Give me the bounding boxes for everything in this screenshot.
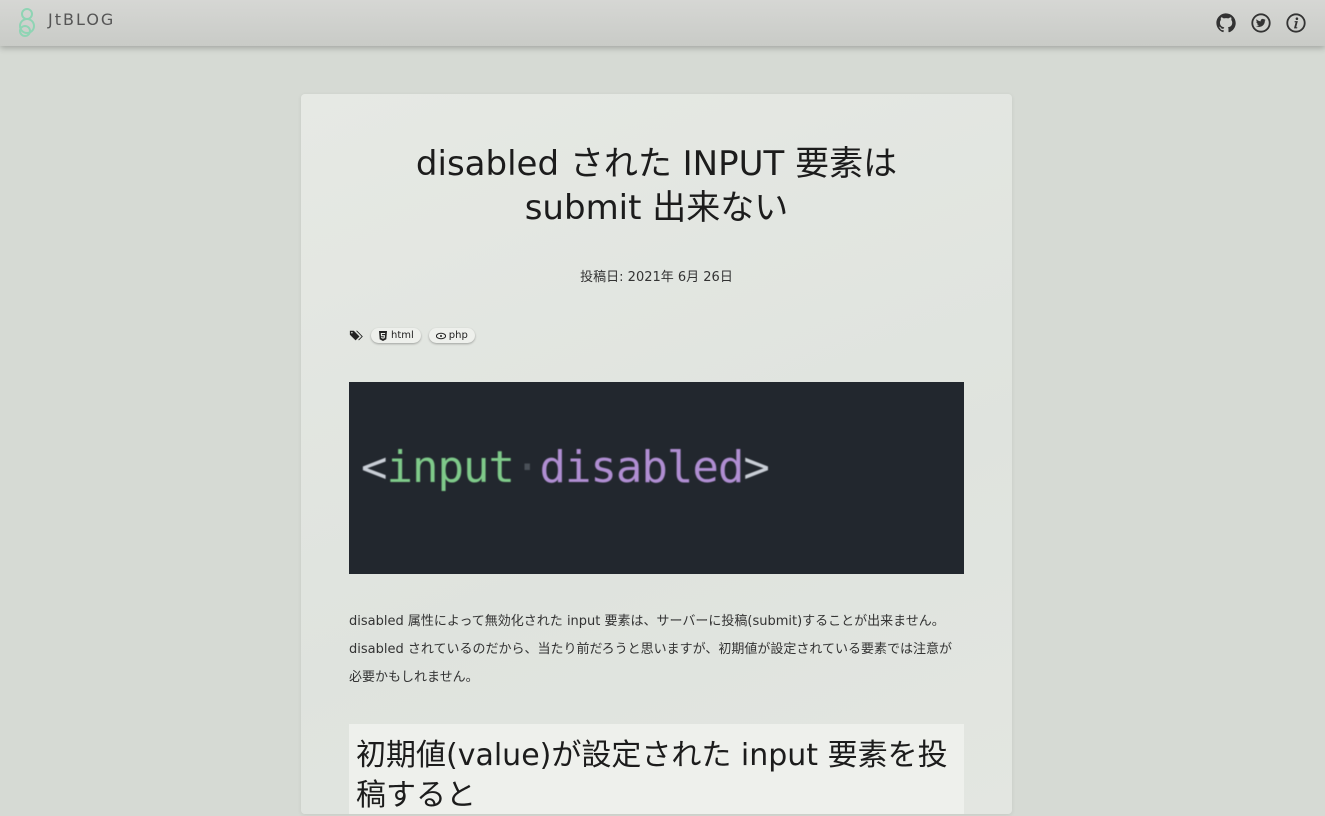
tag-html-label: html	[391, 330, 414, 341]
hero-image: <input·disabled>	[349, 382, 964, 574]
tags-icon	[349, 330, 363, 340]
code-space-dot: ·	[513, 442, 540, 493]
php-icon	[435, 332, 446, 339]
tag-list: html php	[349, 328, 475, 343]
code-attribute: disabled	[539, 442, 744, 493]
brand-home-link[interactable]: JtBLOG	[14, 6, 115, 38]
info-icon[interactable]	[1285, 12, 1307, 34]
post-title-line1: disabled された INPUT 要素は	[415, 144, 898, 184]
code-open-bracket: <	[361, 442, 387, 493]
tag-php-label: php	[448, 330, 468, 341]
code-close-bracket: >	[743, 442, 769, 493]
post-title-line2: submit 出来ない	[524, 188, 789, 228]
post-title: disabled された INPUT 要素は submit 出来ない	[341, 142, 972, 230]
header-icon-links	[1215, 12, 1307, 34]
section-heading: 初期値(value)が設定された input 要素を投稿すると	[356, 738, 948, 813]
post-intro-paragraph: disabled 属性によって無効化された input 要素は、サーバーに投稿(…	[349, 614, 953, 685]
code-tag-name: input	[386, 442, 515, 493]
brand-name: JtBLOG	[48, 10, 116, 29]
tag-php[interactable]: php	[428, 328, 475, 343]
github-icon[interactable]	[1215, 12, 1237, 34]
logo-icon	[19, 8, 35, 37]
top-navigation-bar: JtBLOG	[0, 0, 1325, 46]
tag-html[interactable]: html	[371, 328, 421, 343]
html5-icon	[379, 330, 387, 341]
article-card: disabled された INPUT 要素は submit 出来ない 投稿日: …	[301, 94, 1012, 814]
post-date: 投稿日: 2021年 6月 26日	[580, 270, 733, 285]
hero-code-snippet: <input·disabled>	[361, 442, 770, 493]
twitter-icon[interactable]	[1250, 12, 1272, 34]
section-heading-box: 初期値(value)が設定された input 要素を投稿すると	[349, 724, 964, 814]
